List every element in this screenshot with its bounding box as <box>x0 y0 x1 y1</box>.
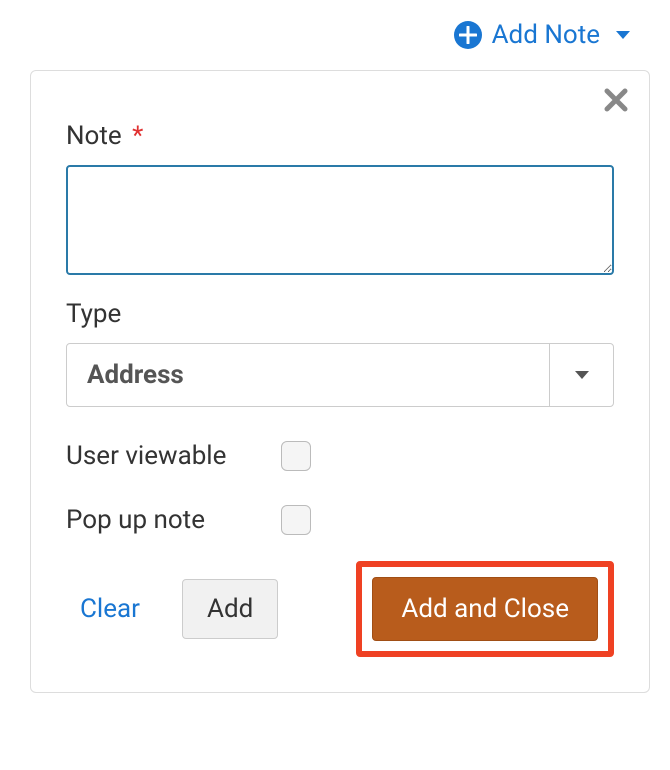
type-select[interactable]: Address <box>66 343 614 407</box>
caret-down-icon <box>616 31 630 39</box>
required-asterisk: * <box>132 121 143 151</box>
clear-button[interactable]: Clear <box>66 584 154 634</box>
note-label-text: Note <box>66 121 122 151</box>
pop-up-note-label: Pop up note <box>66 505 281 535</box>
add-note-trigger[interactable]: Add Note <box>20 20 650 50</box>
plus-circle-icon <box>454 21 482 49</box>
note-label: Note * <box>66 121 614 151</box>
close-icon[interactable] <box>603 87 629 113</box>
type-label: Type <box>66 299 614 329</box>
user-viewable-label: User viewable <box>66 441 281 471</box>
actions-row: Clear Add Add and Close <box>66 561 614 657</box>
add-button[interactable]: Add <box>182 579 278 639</box>
type-selected-value: Address <box>67 360 549 390</box>
add-and-close-highlight: Add and Close <box>356 561 614 657</box>
pop-up-note-row: Pop up note <box>66 505 614 535</box>
add-and-close-button[interactable]: Add and Close <box>372 577 598 641</box>
note-textarea[interactable] <box>66 165 614 275</box>
user-viewable-row: User viewable <box>66 441 614 471</box>
add-note-trigger-label: Add Note <box>492 20 600 50</box>
user-viewable-checkbox[interactable] <box>281 441 311 471</box>
caret-down-icon <box>575 371 589 379</box>
type-dropdown-toggle[interactable] <box>549 344 613 406</box>
pop-up-note-checkbox[interactable] <box>281 505 311 535</box>
add-note-modal: Note * Type Address User viewable Pop up… <box>30 70 650 693</box>
